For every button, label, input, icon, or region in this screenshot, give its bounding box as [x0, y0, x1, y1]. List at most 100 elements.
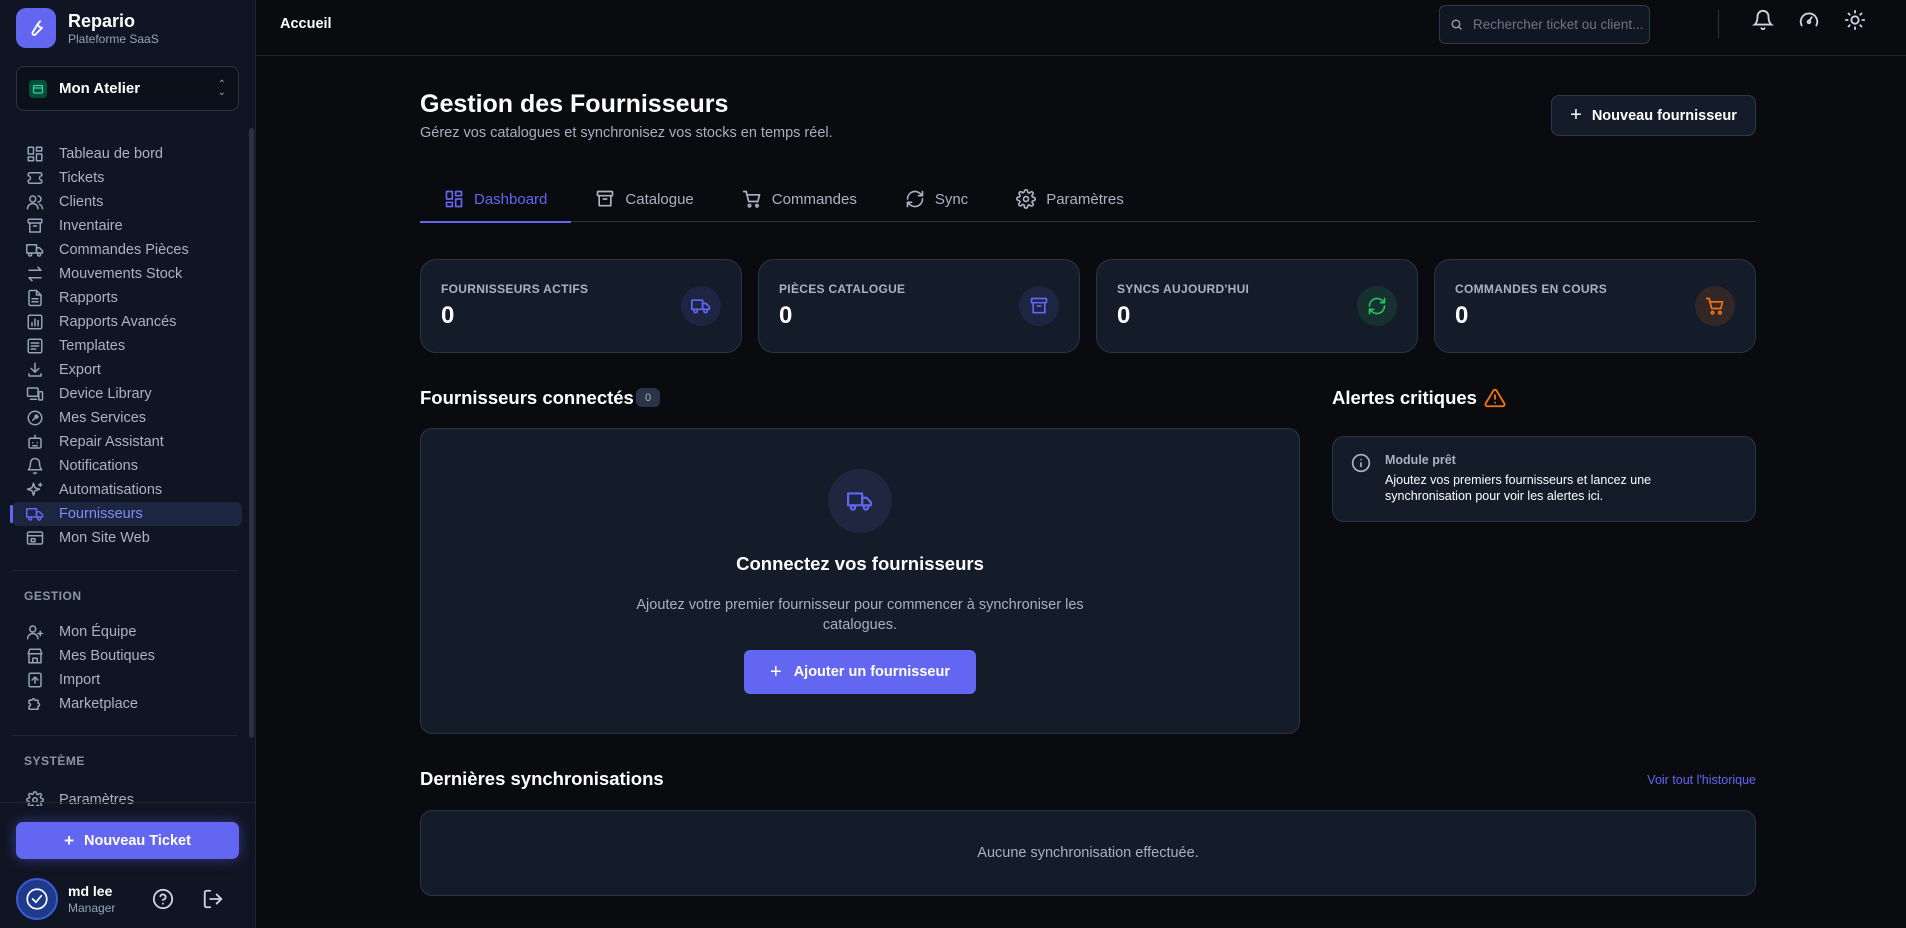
sidebar-item-label: Inventaire — [59, 218, 123, 234]
sun-icon[interactable] — [1844, 9, 1868, 33]
stat-value: 0 — [1117, 302, 1131, 329]
sidebar-item-mes-boutiques[interactable]: Mes Boutiques — [12, 644, 242, 668]
sidebar-item-device-library[interactable]: Device Library — [12, 382, 242, 406]
sidebar-item-commandes-pieces[interactable]: Commandes Pièces — [12, 238, 242, 262]
stat-label: SYNCS AUJOURD'HUI — [1117, 282, 1250, 296]
sidebar-item-marketplace[interactable]: Marketplace — [12, 692, 242, 716]
team-icon — [25, 622, 45, 642]
truck-icon — [828, 469, 892, 533]
alert-card: Module prêt Ajoutez vos premiers fournis… — [1332, 436, 1756, 522]
history-link[interactable]: Voir tout l'historique — [1647, 773, 1756, 787]
bell-icon[interactable] — [1752, 9, 1776, 33]
new-ticket-button[interactable]: + Nouveau Ticket — [16, 822, 239, 859]
sidebar-item-label: Device Library — [59, 386, 152, 402]
user-role: Manager — [68, 901, 116, 915]
tab-parametres[interactable]: Paramètres — [992, 176, 1148, 222]
sidebar-item-repair-assistant[interactable]: Repair Assistant — [12, 430, 242, 454]
plus-icon: + — [64, 830, 74, 850]
tab-label: Commandes — [771, 190, 857, 208]
cart-icon — [1695, 286, 1735, 326]
gear-icon — [1016, 189, 1037, 209]
sidebar-item-import[interactable]: Import — [12, 668, 242, 692]
users-icon — [25, 192, 45, 212]
plus-icon: + — [1570, 104, 1582, 126]
brand[interactable]: Repario Plateforme SaaS — [16, 8, 159, 48]
no-sync-text: Aucune synchronisation effectuée. — [977, 845, 1199, 861]
sidebar-item-tickets[interactable]: Tickets — [12, 166, 242, 190]
alerts-title-text: Alertes critiques — [1332, 387, 1477, 408]
workspace-label: Mon Atelier — [59, 80, 141, 97]
breadcrumb[interactable]: Accueil — [280, 16, 332, 32]
add-supplier-label: Ajouter un fournisseur — [793, 664, 950, 680]
store-icon — [25, 646, 45, 666]
bell-icon — [25, 456, 45, 476]
chart-icon — [25, 312, 45, 332]
sidebar-item-inventaire[interactable]: Inventaire — [12, 214, 242, 238]
sidebar-item-rapports-avances[interactable]: Rapports Avancés — [12, 310, 242, 334]
section-label-systeme: SYSTÈME — [24, 754, 85, 768]
search-box[interactable] — [1439, 5, 1650, 44]
sidebar-item-fournisseurs[interactable]: Fournisseurs — [10, 502, 242, 526]
stat-value: 0 — [441, 302, 455, 329]
logout-icon[interactable] — [202, 888, 224, 910]
empty-text: Ajoutez votre premier fournisseur pour c… — [636, 597, 1084, 633]
sidebar-item-mon-site-web[interactable]: Mon Site Web — [12, 526, 242, 550]
stat-label: PIÈCES CATALOGUE — [779, 282, 906, 296]
add-supplier-button[interactable]: + Ajouter un fournisseur — [744, 650, 976, 694]
tab-sync[interactable]: Sync — [881, 176, 992, 222]
user-profile: md lee Manager — [16, 878, 241, 920]
tab-catalogue[interactable]: Catalogue — [571, 176, 717, 222]
wrench-logo-icon — [16, 8, 56, 48]
alert-text: Ajoutez vos premiers fournisseurs et lan… — [1385, 473, 1652, 503]
sidebar-item-label: Mouvements Stock — [59, 266, 183, 282]
sidebar-item-automatisations[interactable]: Automatisations — [12, 478, 242, 502]
avatar[interactable] — [16, 878, 58, 920]
sidebar-item-label: Automatisations — [59, 482, 163, 498]
sidebar-item-label: Marketplace — [59, 696, 138, 712]
new-supplier-button[interactable]: + Nouveau fournisseur — [1551, 95, 1756, 136]
sidebar-item-mouvements-stock[interactable]: Mouvements Stock — [12, 262, 242, 286]
tab-dashboard[interactable]: Dashboard — [420, 176, 572, 223]
wrench-icon — [25, 408, 45, 428]
stats-row: FOURNISSEURS ACTIFS 0 PIÈCES CATALOGUE 0 SYN… — [420, 259, 1756, 353]
sidebar-item-notifications[interactable]: Notifications — [12, 454, 242, 478]
info-icon — [1351, 453, 1371, 473]
download-icon — [25, 360, 45, 380]
connected-empty-panel: Connectez vos fournisseurs Ajoutez votre… — [420, 428, 1300, 734]
workspace-selector[interactable]: Mon Atelier ⌃ ⌄ — [16, 66, 239, 111]
sidebar-item-label: Fournisseurs — [59, 506, 143, 522]
sidebar-item-label: Clients — [59, 194, 104, 210]
divider — [12, 735, 237, 736]
gauge-icon[interactable] — [1798, 9, 1822, 33]
tab-label: Paramètres — [1046, 190, 1124, 208]
sidebar-item-templates[interactable]: Templates — [12, 334, 242, 358]
sidebar-item-mes-services[interactable]: Mes Services — [12, 406, 242, 430]
sidebar-item-mon-equipe[interactable]: Mon Équipe — [12, 620, 242, 644]
upload-icon — [25, 670, 45, 690]
sync-icon — [905, 189, 925, 209]
sidebar-item-rapports[interactable]: Rapports — [12, 286, 242, 310]
stat-card-commandes-en-cours: COMMANDES EN COURS 0 — [1434, 259, 1756, 353]
connected-count-badge: 0 — [636, 388, 660, 407]
sidebar-item-parametres[interactable]: Paramètres — [12, 788, 242, 806]
sidebar-item-clients[interactable]: Clients — [12, 190, 242, 214]
tab-commandes[interactable]: Commandes — [718, 176, 881, 222]
gear-icon — [25, 790, 45, 806]
sidebar-scrollbar[interactable] — [249, 128, 254, 738]
brand-subtitle: Plateforme SaaS — [68, 32, 159, 46]
stat-label: FOURNISSEURS ACTIFS — [441, 282, 589, 296]
alerts-title: Alertes critiques — [1332, 387, 1477, 409]
sidebar-item-label: Rapports — [59, 290, 118, 306]
syncs-title: Dernières synchronisations — [420, 768, 664, 789]
new-supplier-label: Nouveau fournisseur — [1591, 107, 1737, 124]
alert-title: Module prêt — [1385, 453, 1456, 467]
truck-icon — [681, 286, 721, 326]
section-label-gestion: GESTION — [24, 589, 82, 603]
page-title: Gestion des Fournisseurs — [420, 90, 729, 118]
search-input[interactable] — [1473, 17, 1643, 32]
syncs-panel: Aucune synchronisation effectuée. — [420, 810, 1756, 896]
help-icon[interactable] — [152, 888, 174, 910]
sidebar-item-tableau-de-bord[interactable]: Tableau de bord — [12, 142, 242, 166]
sidebar-item-export[interactable]: Export — [12, 358, 242, 382]
cart-icon — [742, 189, 762, 209]
